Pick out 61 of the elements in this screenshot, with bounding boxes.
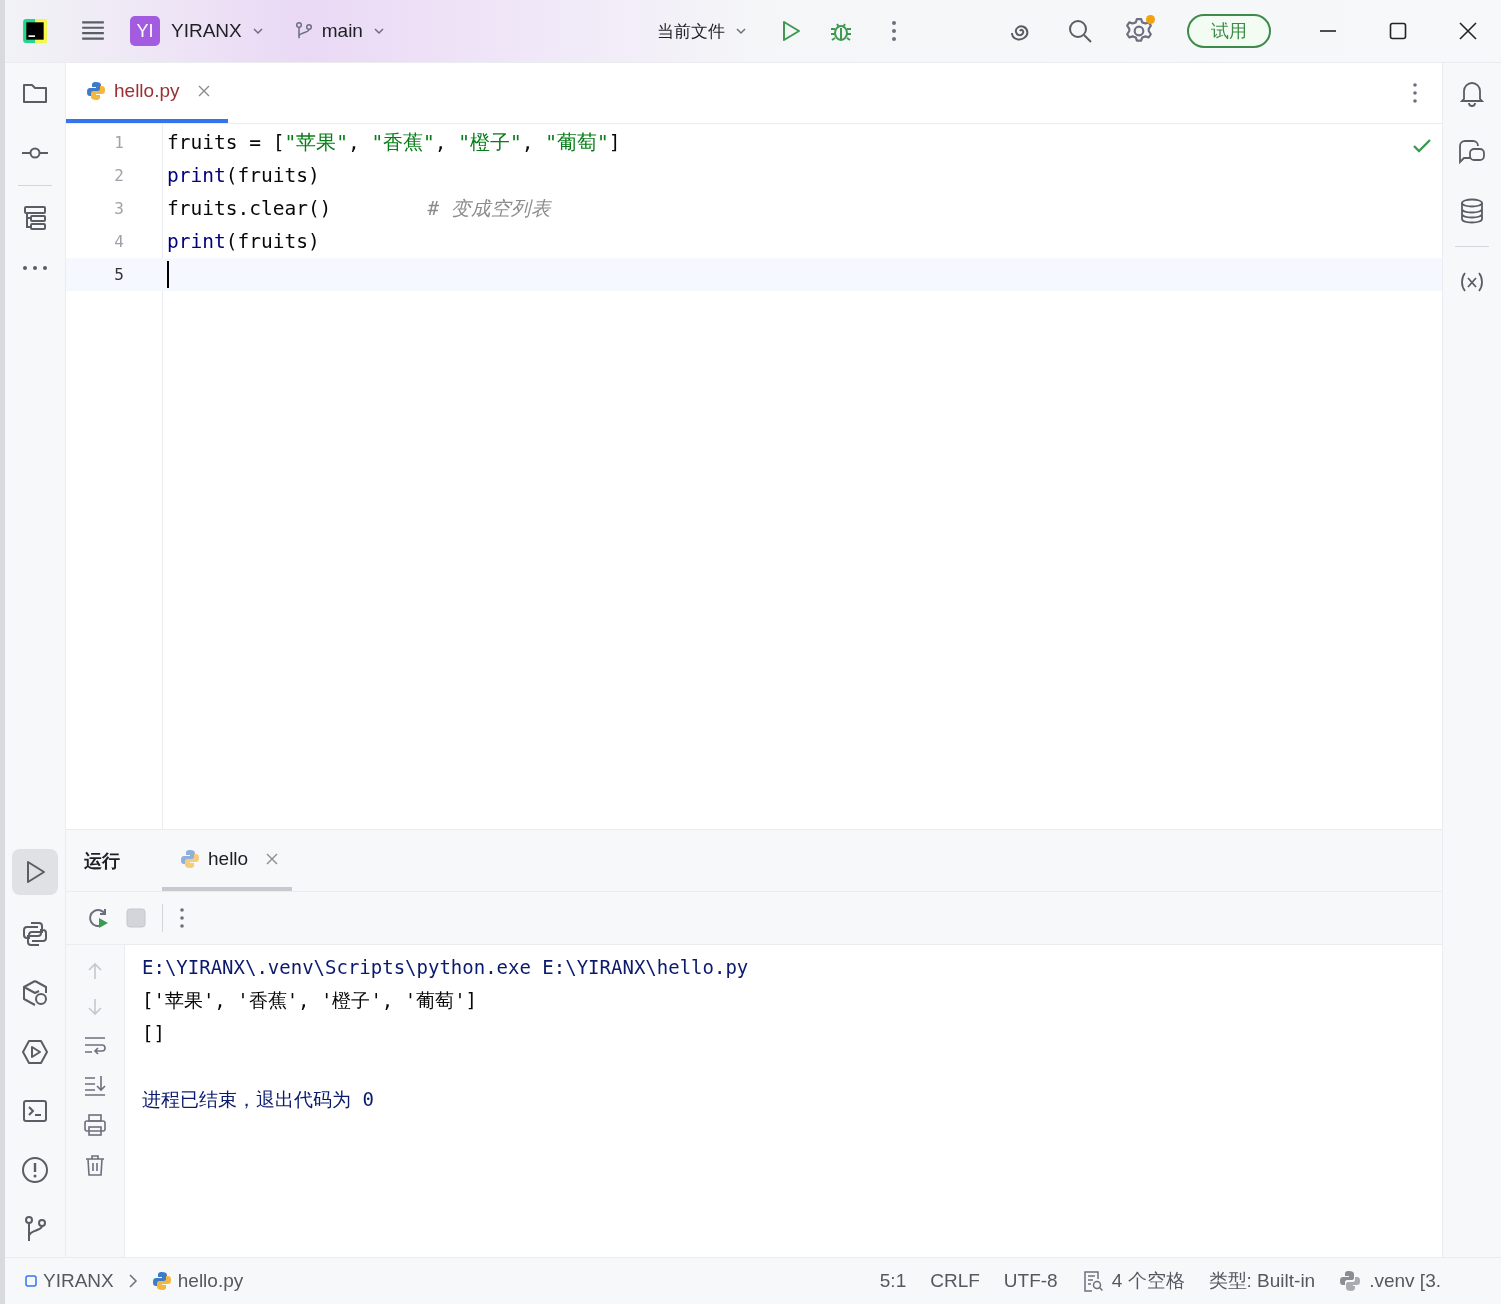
more-icon[interactable] bbox=[891, 19, 897, 43]
settings-icon[interactable] bbox=[1125, 17, 1153, 45]
chevron-down-icon bbox=[735, 25, 747, 37]
scroll-to-end-icon[interactable] bbox=[83, 1073, 107, 1097]
status-item[interactable]: .venv [3. bbox=[1339, 1270, 1441, 1292]
python-icon bbox=[180, 848, 200, 869]
python-icon bbox=[1339, 1270, 1362, 1292]
maximize-icon[interactable] bbox=[1389, 22, 1407, 40]
console-output-line: E:\YIRANX\.venv\Scripts\python.exe E:\YIRANX\hello.py bbox=[142, 955, 749, 980]
line-number: 2 bbox=[113, 166, 124, 185]
status-item[interactable]: 5:1 bbox=[879, 1270, 907, 1292]
python-icon[interactable] bbox=[21, 920, 49, 948]
bell-icon[interactable] bbox=[1458, 79, 1486, 107]
console-output-line: [] bbox=[142, 1021, 166, 1046]
run-tool-button[interactable] bbox=[12, 849, 58, 895]
project-selector[interactable]: YI YIRANX bbox=[130, 16, 264, 46]
services-icon[interactable] bbox=[21, 1038, 49, 1066]
chevron-down-icon bbox=[372, 25, 385, 37]
structure-icon[interactable] bbox=[21, 204, 49, 232]
python-file-icon bbox=[151, 1271, 172, 1291]
console-output-line: 进程已结束，退出代码为 0 bbox=[142, 1087, 375, 1112]
console-output-line: ['苹果', '香蕉', '橙子', '葡萄'] bbox=[142, 988, 479, 1013]
rerun-icon[interactable] bbox=[86, 906, 110, 930]
breadcrumb[interactable]: YIRANX bbox=[25, 1270, 114, 1292]
status-item[interactable]: 4 个空格 bbox=[1081, 1268, 1185, 1294]
document-search-icon bbox=[1081, 1270, 1104, 1292]
more-icon[interactable] bbox=[179, 907, 185, 929]
app-logo-icon[interactable] bbox=[22, 18, 48, 44]
branch-selector[interactable]: main bbox=[293, 20, 385, 42]
problems-icon[interactable] bbox=[21, 1156, 49, 1184]
more-icon[interactable] bbox=[1412, 82, 1418, 104]
trial-button[interactable]: 试用 bbox=[1187, 14, 1271, 48]
python-file-icon bbox=[86, 81, 106, 101]
close-icon[interactable] bbox=[1459, 22, 1477, 40]
breadcrumb[interactable]: hello.py bbox=[151, 1270, 244, 1292]
code-line: fruits.clear() # 变成空列表 bbox=[167, 196, 551, 222]
trash-icon[interactable] bbox=[83, 1153, 107, 1177]
line-number: 5 bbox=[113, 265, 124, 284]
project-icon bbox=[25, 1275, 37, 1287]
run-config-selector[interactable]: 当前文件 bbox=[657, 19, 747, 43]
branch-icon bbox=[293, 21, 314, 41]
code-line: print(fruits) bbox=[167, 230, 320, 253]
line-number: 1 bbox=[113, 133, 124, 152]
package-icon[interactable] bbox=[21, 979, 49, 1007]
line-number: 4 bbox=[113, 232, 124, 251]
chevron-down-icon bbox=[251, 25, 264, 37]
line-number: 3 bbox=[113, 199, 124, 218]
panel-title: 运行 bbox=[84, 849, 120, 873]
text-caret bbox=[167, 261, 169, 288]
database-icon[interactable] bbox=[1458, 197, 1486, 225]
code-line: print(fruits) bbox=[167, 164, 320, 187]
status-item[interactable]: 类型: Built-in bbox=[1208, 1268, 1316, 1294]
terminal-icon[interactable] bbox=[21, 1097, 49, 1125]
search-icon[interactable] bbox=[1067, 18, 1093, 44]
chevron-icon bbox=[127, 1274, 138, 1288]
status-item[interactable]: UTF-8 bbox=[1003, 1270, 1058, 1292]
more-icon[interactable] bbox=[21, 264, 49, 272]
chat-icon[interactable] bbox=[1458, 138, 1486, 166]
status-item[interactable]: CRLF bbox=[930, 1270, 980, 1292]
print-icon[interactable] bbox=[83, 1113, 107, 1137]
code-line: fruits = ["苹果", "香蕉", "橙子", "葡萄"] bbox=[167, 130, 621, 156]
